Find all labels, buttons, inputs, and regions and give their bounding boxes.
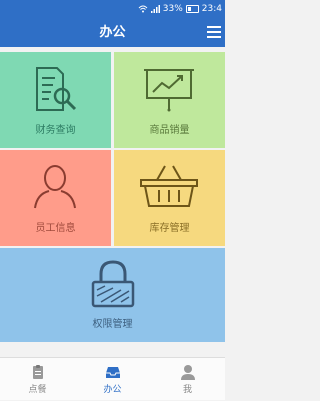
padlock-icon bbox=[91, 260, 135, 308]
tab-label: 办公 bbox=[103, 385, 122, 395]
page-title: 办公 bbox=[99, 25, 126, 40]
tile-label: 库存管理 bbox=[149, 223, 190, 234]
bottom-tab-bar: 点餐 办公 我 bbox=[0, 357, 225, 400]
signal-icon bbox=[150, 5, 160, 13]
tab-order[interactable]: 点餐 bbox=[0, 358, 75, 401]
status-bar: 33% 23:4 bbox=[0, 0, 225, 18]
tile-product-sales[interactable]: 商品销量 bbox=[114, 52, 225, 148]
wifi-icon bbox=[138, 5, 148, 13]
person-icon bbox=[34, 165, 76, 209]
tab-office[interactable]: 办公 bbox=[75, 358, 150, 401]
basket-icon bbox=[140, 165, 198, 207]
top-nav-bar: 办公 bbox=[0, 18, 225, 47]
tile-label: 权限管理 bbox=[92, 319, 133, 330]
user-profile-icon bbox=[180, 365, 195, 380]
tab-label: 我 bbox=[182, 385, 192, 395]
status-time: 23:4 bbox=[201, 4, 222, 14]
document-search-icon bbox=[36, 67, 77, 111]
tile-employee-info[interactable]: 员工信息 bbox=[0, 150, 111, 246]
sales-chart-board-icon bbox=[144, 69, 194, 112]
tile-label: 财务查询 bbox=[35, 125, 76, 136]
tile-finance-query[interactable]: 财务查询 bbox=[0, 52, 111, 148]
battery-icon bbox=[185, 5, 199, 13]
battery-percent: 33% bbox=[162, 4, 183, 14]
tab-me[interactable]: 我 bbox=[150, 358, 225, 401]
tile-permissions[interactable]: 权限管理 bbox=[0, 248, 225, 342]
tile-label: 商品销量 bbox=[149, 125, 190, 136]
hamburger-menu-icon[interactable] bbox=[207, 26, 221, 38]
tile-label: 员工信息 bbox=[35, 223, 76, 234]
tab-label: 点餐 bbox=[28, 385, 47, 395]
clipboard-icon bbox=[32, 365, 43, 379]
tile-inventory[interactable]: 库存管理 bbox=[114, 150, 225, 246]
inbox-tray-icon bbox=[105, 367, 120, 378]
